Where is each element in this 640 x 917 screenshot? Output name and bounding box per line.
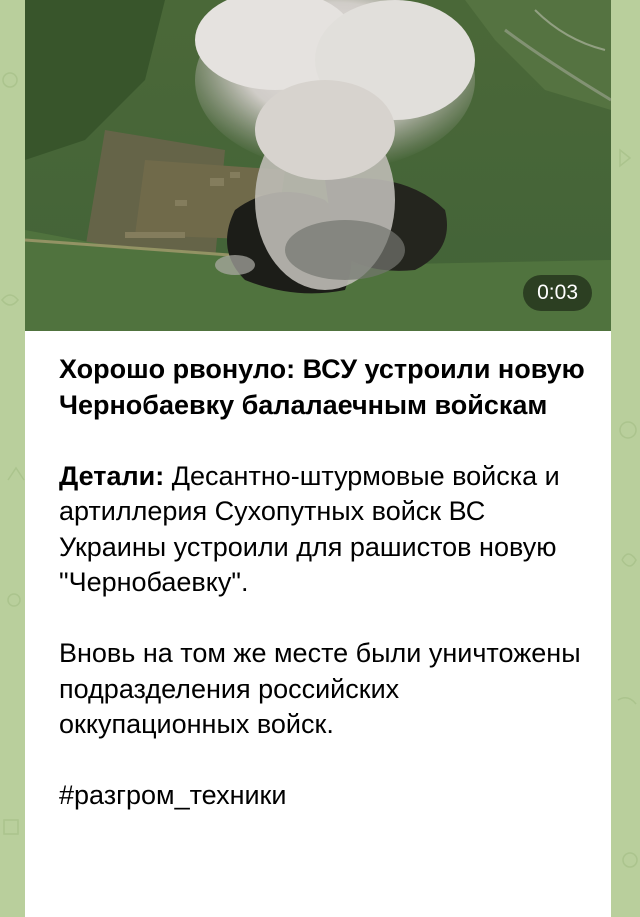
message-text: Хорошо рвонуло: ВСУ устроили новую Черно… — [59, 352, 589, 814]
post-title: Хорошо рвонуло: ВСУ устроили новую Черно… — [59, 354, 585, 420]
video-duration-badge: 0:03 — [523, 275, 592, 311]
second-paragraph: Вновь на том же месте были уничтожены по… — [59, 638, 581, 739]
video-thumbnail — [25, 0, 611, 331]
details-paragraph: Детали: Десантно-штурмовые войска и арти… — [59, 459, 589, 601]
message-bubble: 0:03 Хорошо рвонуло: ВСУ устроили новую … — [25, 0, 611, 917]
hashtag-link[interactable]: #разгром_техники — [59, 778, 589, 814]
video-player[interactable]: 0:03 — [25, 0, 611, 331]
details-label: Детали: — [59, 460, 165, 491]
